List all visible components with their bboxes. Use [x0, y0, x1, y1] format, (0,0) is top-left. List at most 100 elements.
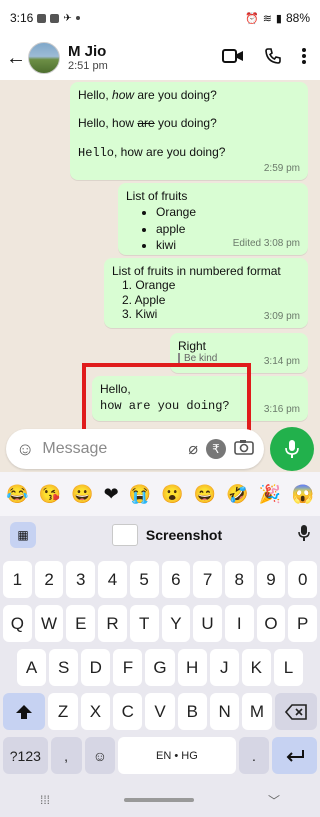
key-w[interactable]: W: [34, 605, 64, 642]
key-e[interactable]: E: [66, 605, 96, 642]
keyboard-mic-icon[interactable]: [298, 524, 310, 547]
list-item: 2. Apple: [122, 292, 166, 307]
emoji-suggestion-bar: 😂 😘 😀 ❤ 😭 😮 😄 🤣 🎉 😱: [0, 472, 320, 516]
home-indicator[interactable]: [124, 798, 194, 802]
more-options-icon[interactable]: [302, 47, 306, 69]
mic-button[interactable]: [270, 427, 314, 471]
key-g[interactable]: G: [145, 649, 175, 686]
key-8[interactable]: 8: [224, 561, 254, 598]
enter-key[interactable]: [272, 737, 318, 774]
emoji-mindblown-icon[interactable]: 😱: [291, 484, 313, 505]
key-row-function: ?123 , ☺ EN • HG .: [0, 737, 320, 774]
key-b[interactable]: B: [177, 693, 207, 730]
chat-area[interactable]: Hello, how are you doing? Hello, how are…: [0, 80, 320, 472]
gallery-icon: [37, 13, 47, 23]
keyboard: ▦ Screenshot 1 2 3 4 5 6 7 8 9 0 Q W E R…: [0, 516, 320, 817]
shift-icon: [16, 704, 33, 719]
key-5[interactable]: 5: [129, 561, 159, 598]
message-input[interactable]: Message: [42, 440, 180, 458]
space-key[interactable]: EN • HG: [118, 737, 236, 774]
key-d[interactable]: D: [81, 649, 111, 686]
last-seen: 2:51 pm: [68, 60, 108, 73]
emoji-kiss-icon[interactable]: 😘: [39, 484, 61, 505]
key-s[interactable]: S: [49, 649, 79, 686]
key-t[interactable]: T: [129, 605, 159, 642]
message-text: Hello, how are you doing?: [78, 88, 217, 102]
grid-menu-icon[interactable]: ▦: [10, 522, 36, 548]
keyboard-switch-icon[interactable]: ⁞⁞⁞: [40, 793, 50, 807]
message-time: 3:09 pm: [263, 311, 300, 322]
attach-icon[interactable]: ⌀: [188, 439, 198, 459]
key-4[interactable]: 4: [98, 561, 127, 598]
key-0[interactable]: 0: [288, 561, 318, 598]
key-9[interactable]: 9: [256, 561, 286, 598]
emoji-smile-icon[interactable]: 😀: [71, 484, 93, 505]
message-input-box[interactable]: ☺ Message ⌀ ₹: [6, 429, 264, 469]
emoji-laugh-icon[interactable]: 😂: [6, 484, 28, 505]
key-h[interactable]: H: [177, 649, 207, 686]
key-l[interactable]: L: [273, 649, 303, 686]
rupee-icon[interactable]: ₹: [206, 439, 226, 459]
composer-bar: ☺ Message ⌀ ₹: [0, 426, 320, 472]
emoji-icon[interactable]: ☺: [16, 439, 34, 460]
key-u[interactable]: U: [193, 605, 222, 642]
period-key[interactable]: .: [238, 737, 270, 774]
key-z[interactable]: Z: [48, 693, 78, 730]
emoji-key[interactable]: ☺: [84, 737, 116, 774]
contact-info[interactable]: M Jio 2:51 pm: [68, 43, 108, 73]
key-f[interactable]: F: [113, 649, 143, 686]
key-v[interactable]: V: [145, 693, 175, 730]
battery-percent: 88%: [285, 11, 310, 25]
voice-call-icon[interactable]: [264, 47, 282, 70]
emoji-heart-icon[interactable]: ❤: [104, 484, 119, 505]
message-bubble[interactable]: List of fruits Orange apple kiwi Edited …: [118, 183, 308, 255]
avatar[interactable]: [28, 42, 60, 74]
wifi-icon: ≋: [262, 12, 272, 25]
key-k[interactable]: K: [241, 649, 271, 686]
key-i[interactable]: I: [224, 605, 254, 642]
comma-key[interactable]: ,: [50, 737, 82, 774]
emoji-party-icon[interactable]: 🎉: [259, 484, 281, 505]
key-a[interactable]: A: [17, 649, 47, 686]
key-o[interactable]: O: [256, 605, 286, 642]
backspace-key[interactable]: [274, 693, 318, 730]
key-n[interactable]: N: [209, 693, 240, 730]
key-2[interactable]: 2: [34, 561, 64, 598]
hide-keyboard-icon[interactable]: ﹀: [268, 792, 280, 809]
key-6[interactable]: 6: [161, 561, 191, 598]
key-3[interactable]: 3: [66, 561, 96, 598]
video-call-icon[interactable]: [222, 48, 244, 69]
emoji-rofl-icon[interactable]: 🤣: [226, 484, 248, 505]
clipboard-suggestion[interactable]: Screenshot: [111, 524, 222, 546]
keyboard-toolbar: ▦ Screenshot: [0, 516, 320, 554]
key-1[interactable]: 1: [3, 561, 32, 598]
key-j[interactable]: J: [209, 649, 239, 686]
key-r[interactable]: R: [98, 605, 127, 642]
message-time: Edited 3:08 pm: [232, 238, 300, 249]
status-bar: 3:16 ✈ ⏰ ≋ ▮ 88%: [0, 0, 320, 36]
emoji-grin-icon[interactable]: 😄: [194, 484, 216, 505]
message-bubble[interactable]: List of fruits in numbered format 1. Ora…: [104, 258, 308, 328]
message-time: 2:59 pm: [263, 163, 300, 174]
camera-icon[interactable]: [234, 439, 254, 460]
emoji-surprised-icon[interactable]: 😮: [161, 484, 183, 505]
key-y[interactable]: Y: [161, 605, 191, 642]
key-q[interactable]: Q: [3, 605, 32, 642]
key-7[interactable]: 7: [193, 561, 222, 598]
key-m[interactable]: M: [242, 693, 272, 730]
key-x[interactable]: X: [80, 693, 111, 730]
message-bubble[interactable]: Hello, how are you doing? Hello, how are…: [70, 82, 308, 180]
back-arrow-icon[interactable]: ←: [6, 47, 26, 70]
instagram-icon: [50, 13, 60, 23]
key-p[interactable]: P: [288, 605, 318, 642]
backspace-icon: [284, 703, 307, 720]
telegram-icon: ✈: [63, 12, 72, 24]
symbols-key[interactable]: ?123: [3, 737, 48, 774]
message-text: Hello, how are you doing?: [78, 116, 217, 131]
key-row-bottom: Z X C V B N M: [0, 693, 320, 730]
key-c[interactable]: C: [113, 693, 143, 730]
shift-key[interactable]: [3, 693, 46, 730]
emoji-cry-icon[interactable]: 😭: [129, 484, 151, 505]
mic-icon: [285, 440, 299, 458]
status-time: 3:16: [10, 11, 34, 25]
